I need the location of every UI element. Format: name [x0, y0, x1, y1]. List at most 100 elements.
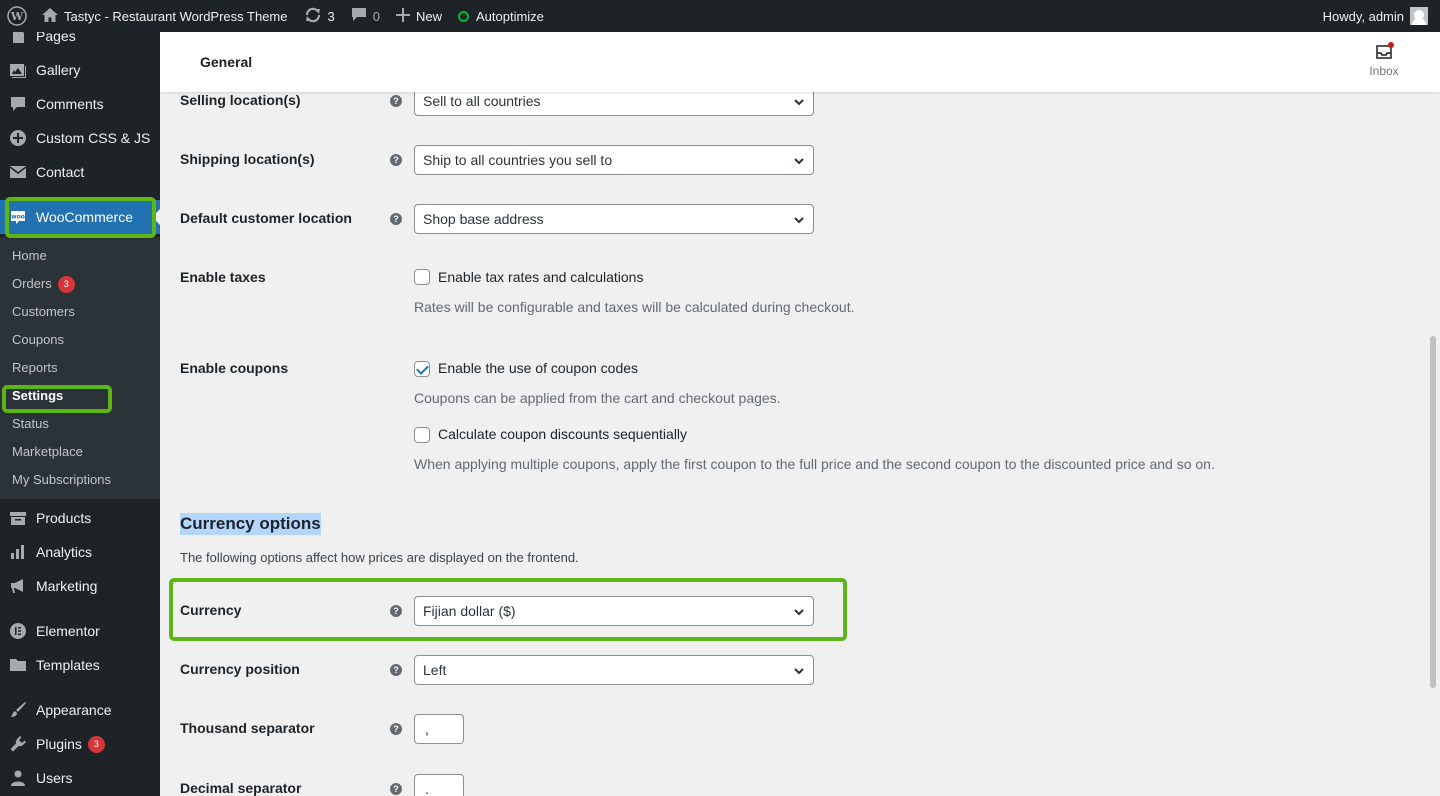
menu-item-elementor[interactable]: Elementor — [0, 614, 160, 648]
current-menu-arrow — [152, 209, 160, 225]
settings-form: Selling location(s) ? Sell to all countr… — [160, 92, 1426, 796]
help-icon[interactable]: ? — [390, 95, 402, 107]
currency-options-heading: Currency options — [180, 513, 321, 535]
folder-icon — [0, 656, 36, 674]
new-label: New — [415, 8, 442, 24]
site-name-link[interactable]: Tastyc - Restaurant WordPress Theme — [34, 0, 296, 32]
menu-item-gallery[interactable]: Gallery — [0, 53, 160, 87]
mail-icon — [0, 163, 36, 181]
megaphone-icon — [0, 577, 36, 595]
comments-icon — [0, 95, 36, 113]
menu-item-plugins[interactable]: Plugins 3 — [0, 727, 160, 761]
menu-item-analytics[interactable]: Analytics — [0, 535, 160, 569]
new-content-link[interactable]: New — [388, 0, 450, 32]
shipping-locations-label: Shipping location(s) — [180, 151, 315, 167]
currency-position-select[interactable]: Left — [414, 655, 814, 685]
menu-item-contact[interactable]: Contact — [0, 155, 160, 189]
plus-icon — [395, 7, 410, 25]
submenu-label: My Subscriptions — [12, 472, 111, 487]
page-scrollbar[interactable] — [1426, 92, 1440, 796]
site-name: Tastyc - Restaurant WordPress Theme — [64, 8, 288, 24]
help-icon[interactable]: ? — [390, 154, 402, 166]
selling-locations-label: Selling location(s) — [180, 92, 301, 108]
user-account-link[interactable]: Howdy, admin — [1315, 0, 1440, 32]
submenu-item-marketplace[interactable]: Marketplace — [12, 444, 83, 459]
enable-taxes-label: Enable taxes — [180, 269, 266, 285]
help-icon[interactable]: ? — [390, 783, 402, 795]
select-value: Left — [423, 662, 447, 678]
chart-icon — [0, 543, 36, 561]
menu-item-label: Gallery — [36, 62, 81, 78]
calculate-coupons-sequentially-checkbox[interactable] — [414, 427, 430, 443]
submenu-label: Coupons — [12, 332, 65, 347]
updates-link[interactable]: 3 — [296, 0, 343, 32]
shipping-locations-select[interactable]: Ship to all countries you sell to — [414, 145, 814, 175]
brush-icon — [0, 701, 36, 719]
currency-select[interactable]: Fijian dollar ($) — [414, 596, 814, 626]
autoptimize-label: Autoptimize — [475, 8, 544, 24]
enable-coupon-codes-checkbox[interactable] — [414, 361, 430, 377]
menu-item-comments[interactable]: Comments — [0, 87, 160, 121]
menu-item-products[interactable]: Products — [0, 501, 160, 535]
submenu-label: Status — [12, 416, 49, 431]
menu-item-users[interactable]: Users — [0, 761, 160, 795]
submenu-label: Marketplace — [12, 444, 83, 459]
enable-coupon-codes-checkbox-label[interactable]: Enable the use of coupon codes — [438, 360, 638, 376]
gallery-icon — [0, 61, 36, 79]
submenu-item-coupons[interactable]: Coupons — [12, 332, 64, 347]
inbox-button[interactable]: Inbox — [1366, 42, 1402, 78]
submenu-item-customers[interactable]: Customers — [12, 304, 75, 319]
default-customer-location-select[interactable]: Shop base address — [414, 204, 814, 234]
howdy-text: Howdy, admin — [1322, 8, 1404, 24]
chevron-down-icon — [793, 605, 805, 617]
menu-item-templates[interactable]: Templates — [0, 648, 160, 682]
submenu-item-settings[interactable]: Settings — [12, 388, 63, 403]
thousand-separator-label: Thousand separator — [180, 720, 315, 736]
chevron-down-icon — [793, 154, 805, 166]
archive-icon — [0, 509, 36, 527]
avatar — [1410, 7, 1428, 25]
help-icon[interactable]: ? — [390, 723, 402, 735]
status-dot-icon — [457, 10, 469, 22]
comment-bubble-icon — [351, 7, 367, 25]
unread-dot — [1388, 42, 1394, 48]
submenu-label: Orders — [12, 276, 52, 291]
enable-taxes-checkbox[interactable] — [414, 269, 430, 285]
menu-item-custom-css-js[interactable]: Custom CSS & JS — [0, 121, 160, 155]
menu-item-label: Analytics — [36, 544, 93, 560]
thousand-separator-input[interactable]: , — [414, 714, 464, 744]
calculate-coupons-sequentially-checkbox-label[interactable]: Calculate coupon discounts sequentially — [438, 426, 687, 442]
select-value: Fijian dollar ($) — [423, 603, 516, 619]
default-customer-location-label: Default customer location — [180, 210, 352, 226]
submenu-item-reports[interactable]: Reports — [12, 360, 58, 375]
menu-item-label: Appearance — [36, 702, 112, 718]
submenu-item-home[interactable]: Home — [12, 248, 47, 263]
menu-item-label: Custom CSS & JS — [36, 130, 151, 146]
scrollbar-thumb[interactable] — [1430, 336, 1436, 688]
chevron-down-icon — [793, 664, 805, 676]
comments-count: 0 — [372, 8, 380, 24]
users-icon — [0, 769, 36, 787]
chevron-down-icon — [793, 213, 805, 225]
menu-item-marketing[interactable]: Marketing — [0, 569, 160, 603]
menu-item-woocommerce[interactable]: woo WooCommerce — [0, 200, 160, 234]
home-icon — [42, 7, 58, 25]
autoptimize-link[interactable]: Autoptimize — [450, 0, 552, 32]
enable-taxes-checkbox-label[interactable]: Enable tax rates and calculations — [438, 269, 643, 285]
submenu-item-status[interactable]: Status — [12, 416, 49, 431]
wordpress-logo-icon[interactable]: W — [0, 0, 34, 32]
comments-link[interactable]: 0 — [343, 0, 388, 32]
menu-item-appearance[interactable]: Appearance — [0, 693, 160, 727]
menu-item-label: Marketing — [36, 578, 98, 594]
menu-item-pages[interactable]: Pages — [0, 32, 160, 53]
select-value: Sell to all countries — [423, 93, 541, 109]
woocommerce-submenu: Home Orders 3 Customers Coupons Reports S… — [0, 237, 160, 499]
submenu-item-orders[interactable]: Orders 3 — [12, 276, 75, 294]
help-icon[interactable]: ? — [390, 213, 402, 225]
help-icon[interactable]: ? — [390, 664, 402, 676]
help-icon[interactable]: ? — [390, 605, 402, 617]
decimal-separator-input[interactable]: . — [414, 774, 464, 796]
submenu-item-my-subscriptions[interactable]: My Subscriptions — [12, 472, 111, 487]
selling-locations-select[interactable]: Sell to all countries — [414, 92, 814, 116]
plus-circle-icon — [0, 129, 36, 147]
